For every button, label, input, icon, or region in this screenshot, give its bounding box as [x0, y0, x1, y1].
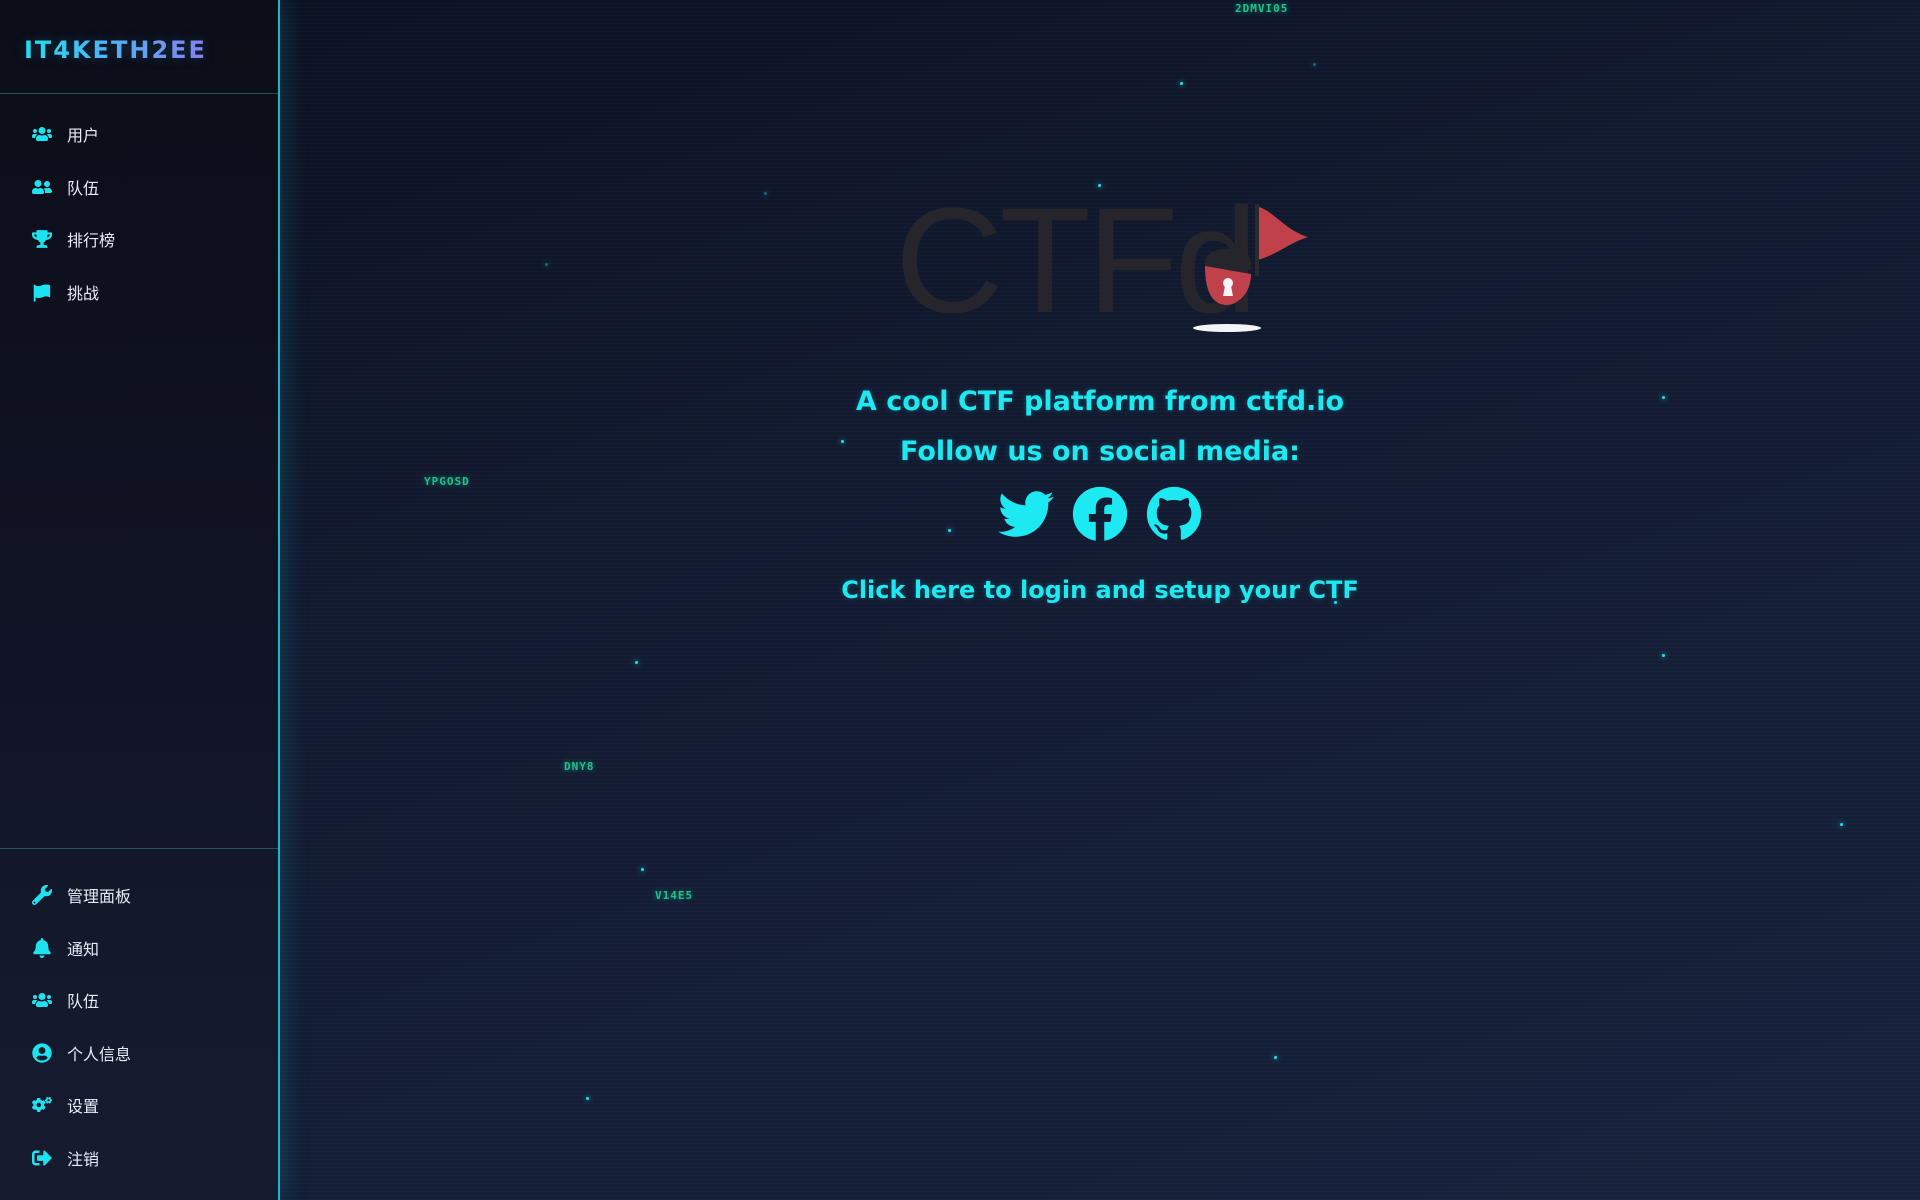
sidebar-top-nav: 用户 队伍 排行榜 挑战 — [0, 94, 278, 318]
sidebar-item-settings[interactable]: 设置 — [0, 1079, 278, 1132]
user-circle-icon — [31, 1042, 53, 1064]
twitter-icon — [998, 491, 1054, 537]
github-icon — [1146, 486, 1202, 540]
particle-dot — [1180, 82, 1183, 85]
social-links — [280, 486, 1920, 542]
ctfd-logo: CTFd — [895, 180, 1325, 340]
follow-heading: Follow us on social media: — [900, 436, 1300, 467]
gears-icon — [31, 1094, 53, 1116]
sidebar-bottom-nav: 管理面板 通知 队伍 个人信息 设置 注销 — [0, 869, 278, 1184]
sidebar-item-profile[interactable]: 个人信息 — [0, 1027, 278, 1080]
login-setup-link[interactable]: Click here to login and setup your CTF — [280, 576, 1920, 604]
sidebar-item-teams[interactable]: 队伍 — [0, 161, 278, 214]
particle-dot — [545, 263, 548, 266]
sidebar-item-label: 管理面板 — [67, 887, 132, 907]
tagline: A cool CTF platform from ctfd.io — [855, 386, 1345, 417]
particle-dot — [635, 661, 638, 664]
sidebar-item-label: 注销 — [67, 1149, 100, 1169]
ctfd-flag-lock-icon — [1193, 204, 1308, 332]
sidebar-item-label: 个人信息 — [67, 1044, 132, 1064]
github-link[interactable] — [1146, 486, 1202, 542]
users-icon — [31, 123, 53, 145]
facebook-link[interactable] — [1072, 486, 1128, 542]
sidebar-item-users[interactable]: 用户 — [0, 108, 278, 161]
wrench-icon — [31, 884, 53, 906]
sidebar-item-label: 队伍 — [67, 992, 100, 1012]
sidebar-bottom-section: 管理面板 通知 队伍 个人信息 设置 注销 — [0, 848, 278, 1184]
twitter-link[interactable] — [998, 486, 1054, 542]
particle-dot — [641, 868, 644, 871]
main-content: 2DMVI05 YPGOSD DNY8 V14E5 CTFd A cool CT… — [280, 0, 1920, 1200]
facebook-icon — [1072, 486, 1128, 541]
particle-dot — [586, 1097, 589, 1100]
particle-dot — [1313, 63, 1316, 66]
background-code: V14E5 — [655, 889, 694, 902]
particle-dot — [764, 192, 767, 195]
sidebar-item-label: 通知 — [67, 939, 100, 959]
sidebar-item-scoreboard[interactable]: 排行榜 — [0, 213, 278, 266]
sidebar-item-label: 用户 — [67, 126, 100, 146]
sidebar-item-team[interactable]: 队伍 — [0, 974, 278, 1027]
background-code: DNY8 — [564, 760, 595, 773]
team-icon — [31, 176, 53, 198]
particle-dot — [1662, 654, 1665, 657]
sign-out-icon — [31, 1147, 53, 1169]
sidebar-item-label: 挑战 — [67, 283, 100, 303]
flag-icon — [31, 281, 53, 303]
brand: IT4KETH2EE — [0, 0, 278, 94]
sidebar: IT4KETH2EE 用户 队伍 排行榜 挑战 管理面板 通知 队伍 个人信息 … — [0, 0, 280, 1200]
sidebar-item-logout[interactable]: 注销 — [0, 1132, 278, 1185]
sidebar-item-challenges[interactable]: 挑战 — [0, 266, 278, 319]
particle-dot — [1274, 1056, 1277, 1059]
sidebar-item-label: 队伍 — [67, 178, 100, 198]
background-code: 2DMVI05 — [1235, 2, 1289, 15]
trophy-icon — [31, 228, 53, 250]
sidebar-item-label: 设置 — [67, 1097, 100, 1117]
sidebar-item-notifications[interactable]: 通知 — [0, 922, 278, 975]
sidebar-item-label: 排行榜 — [67, 231, 116, 251]
users-icon — [31, 989, 53, 1011]
brand-title[interactable]: IT4KETH2EE — [24, 36, 207, 64]
bell-icon — [31, 937, 53, 959]
sidebar-item-admin-panel[interactable]: 管理面板 — [0, 869, 278, 922]
particle-dot — [1840, 823, 1843, 826]
